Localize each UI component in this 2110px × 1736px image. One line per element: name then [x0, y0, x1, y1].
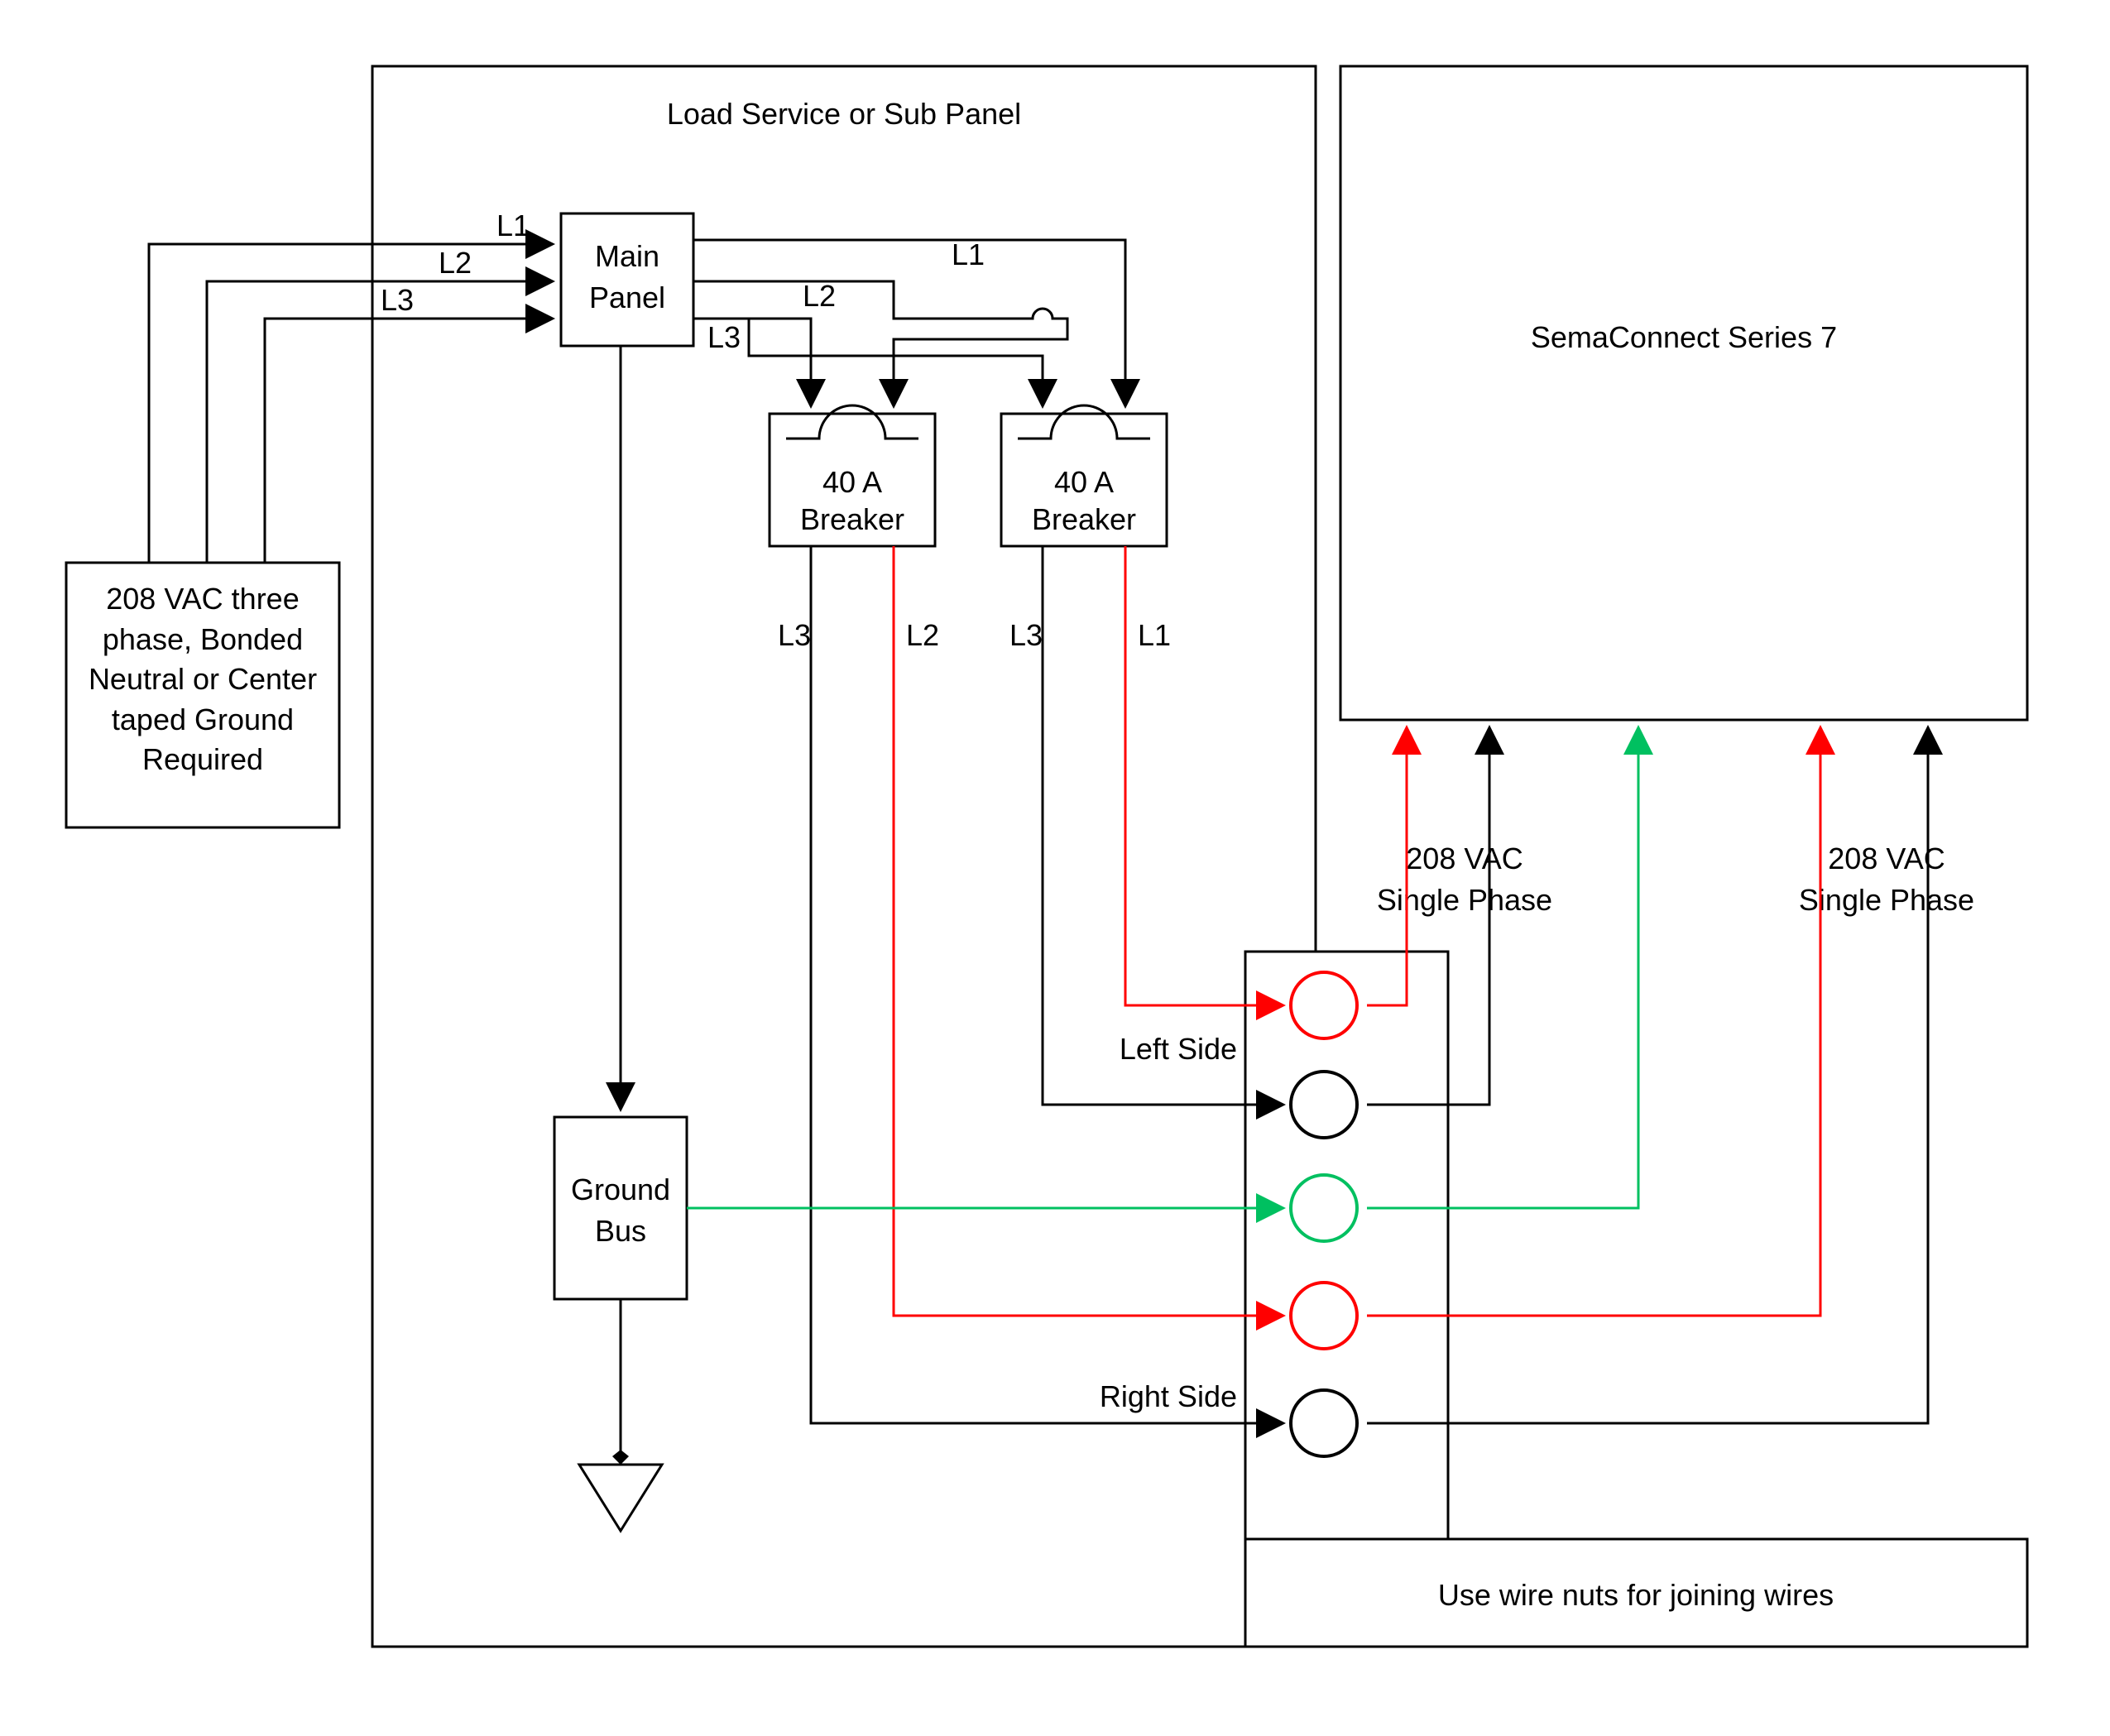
- label-l1-in: L1: [496, 209, 530, 242]
- main-panel-text1: Main: [595, 239, 659, 273]
- wiring-diagram: Load Service or Sub Panel 208 VAC three …: [0, 0, 2110, 1736]
- note-box-text: Use wire nuts for joining wires: [1438, 1578, 1834, 1612]
- device-box-text: SemaConnect Series 7: [1531, 320, 1837, 354]
- label-l2-in: L2: [439, 246, 472, 280]
- supply-box-text: 208 VAC three phase, Bonded Neutral or C…: [74, 579, 331, 780]
- terminal-l3-right: [1291, 1390, 1357, 1456]
- phase-label-left1: 208 VAC: [1406, 842, 1523, 875]
- terminal-l2-right: [1291, 1283, 1357, 1349]
- main-panel-box: [561, 213, 693, 346]
- terminal-ground: [1291, 1175, 1357, 1241]
- terminal-l1-left: [1291, 972, 1357, 1038]
- terminal-enclosure: [1245, 952, 1448, 1539]
- label-l3-in: L3: [381, 283, 414, 317]
- label-b1-l2: L2: [906, 618, 939, 652]
- sub-panel-title: Load Service or Sub Panel: [667, 97, 1021, 131]
- label-b2-l3: L3: [1009, 618, 1043, 652]
- terminal-l3-left: [1291, 1072, 1357, 1138]
- ground-bus-box: [554, 1117, 687, 1299]
- device-box: [1340, 66, 2027, 720]
- breaker1-text2: Breaker: [800, 502, 904, 536]
- label-l3-mp: L3: [707, 320, 741, 354]
- ground-bus-text1: Ground: [571, 1173, 670, 1206]
- breaker2-text1: 40 A: [1054, 465, 1114, 499]
- label-l2-mp: L2: [803, 279, 836, 313]
- left-side-label: Left Side: [1120, 1032, 1237, 1066]
- phase-label-right2: Single Phase: [1799, 883, 1974, 917]
- label-l1-mp: L1: [952, 237, 985, 271]
- ground-bus-text2: Bus: [595, 1214, 646, 1248]
- phase-label-left2: Single Phase: [1377, 883, 1552, 917]
- breaker2-text2: Breaker: [1032, 502, 1136, 536]
- breaker1-text1: 40 A: [822, 465, 882, 499]
- right-side-label: Right Side: [1100, 1379, 1237, 1413]
- main-panel-text2: Panel: [589, 281, 665, 314]
- label-b1-l3: L3: [778, 618, 811, 652]
- label-b2-l1: L1: [1138, 618, 1171, 652]
- wire-dev-l3-right: [1367, 730, 1928, 1423]
